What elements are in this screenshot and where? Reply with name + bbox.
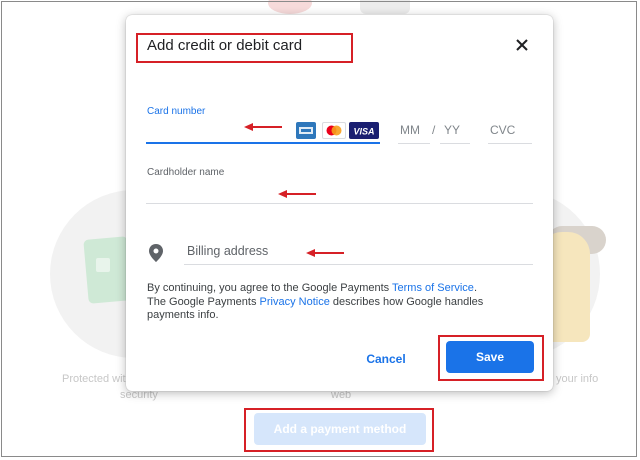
visa-logo-text: VISA: [353, 127, 374, 137]
terms-text-part: By continuing, you agree to the Google P…: [147, 282, 393, 294]
billing-address-input[interactable]: Billing address: [187, 244, 268, 258]
arrow-icon: [278, 190, 316, 198]
cardholder-name-input[interactable]: [146, 203, 533, 204]
add-payment-method-button[interactable]: Add a payment method: [254, 413, 426, 445]
card-number-input[interactable]: [146, 142, 380, 144]
terms-text-part: The Google Payments: [147, 295, 260, 308]
cardholder-name-label: Cardholder name: [147, 167, 225, 178]
visa-icon: VISA: [349, 122, 379, 139]
card-number-label: Card number: [147, 106, 206, 117]
add-card-dialog: Add credit or debit card Card number VIS…: [126, 15, 553, 391]
close-icon[interactable]: [512, 35, 532, 55]
terms-of-service-link[interactable]: Terms of Service: [392, 282, 474, 294]
cvc-input[interactable]: CVC: [490, 123, 515, 137]
cancel-button[interactable]: Cancel: [356, 348, 416, 370]
privacy-notice-link[interactable]: Privacy Notice: [260, 296, 330, 308]
cvc-underline: [488, 143, 532, 144]
expiry-year-input[interactable]: YY: [444, 123, 460, 137]
dialog-title: Add credit or debit card: [147, 37, 303, 54]
billing-address-underline: [184, 264, 533, 265]
location-pin-icon: [149, 244, 163, 262]
amex-icon: [296, 122, 316, 139]
expiry-month-input[interactable]: MM: [400, 123, 420, 137]
expiry-separator: /: [432, 123, 436, 137]
save-button[interactable]: Save: [446, 341, 534, 373]
mastercard-icon: [322, 122, 346, 139]
terms-text-part: .: [473, 282, 477, 294]
arrow-icon: [244, 123, 282, 131]
terms-text: By continuing, you agree to the Google P…: [147, 282, 527, 323]
arrow-icon: [306, 249, 344, 257]
expiry-month-underline: [398, 143, 430, 144]
expiry-year-underline: [440, 143, 470, 144]
